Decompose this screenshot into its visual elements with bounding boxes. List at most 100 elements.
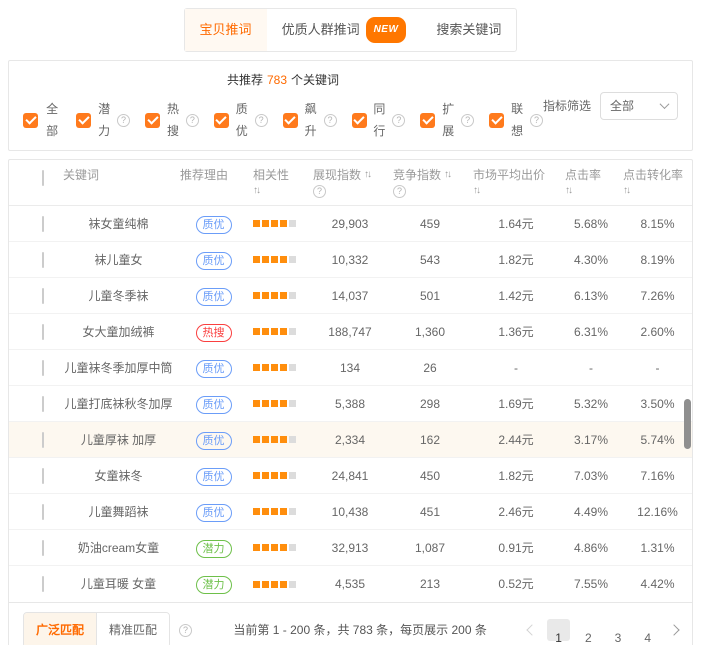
help-icon[interactable] (324, 114, 337, 127)
checkbox-icon[interactable] (76, 113, 91, 128)
metric-filter-label: 指标筛选 (543, 95, 591, 117)
column-header[interactable]: 展现指数 (307, 167, 387, 199)
keyword-tool-page: 宝贝推词 优质人群推词 NEW 搜索关键词 共推荐783个关键词 全部 潜力 热… (0, 0, 701, 22)
table-row[interactable]: 女童袜冬 质优 24,841 450 1.82元 7.03% 7.16% (9, 458, 692, 494)
checkbox-icon[interactable] (420, 113, 435, 128)
filter-option[interactable]: 潜力 (76, 98, 130, 142)
filter-option[interactable]: 扩展 (420, 98, 474, 142)
checkbox-icon[interactable] (283, 113, 298, 128)
tab[interactable]: 搜索关键词 (421, 9, 516, 51)
impressions-cell: 2,334 (307, 429, 387, 451)
sort-icon[interactable] (364, 167, 370, 183)
match-type-button[interactable]: 广泛匹配 (24, 613, 96, 645)
table-row[interactable]: 袜女童纯棉 质优 29,903 459 1.64元 5.68% 8.15% (9, 206, 692, 242)
checkbox-icon[interactable] (214, 113, 229, 128)
filter-option[interactable]: 联想 (489, 98, 543, 142)
row-checkbox[interactable] (42, 288, 44, 304)
page-button[interactable]: 4 (636, 619, 659, 641)
help-icon[interactable] (392, 114, 405, 127)
filter-option[interactable]: 飙升 (283, 98, 337, 142)
help-icon[interactable] (117, 114, 130, 127)
table-row[interactable]: 袜儿童女 质优 10,332 543 1.82元 4.30% 8.19% (9, 242, 692, 278)
sort-icon[interactable] (473, 183, 479, 199)
ctr-cell: - (559, 357, 617, 379)
help-icon[interactable] (461, 114, 474, 127)
row-checkbox[interactable] (42, 468, 44, 484)
row-checkbox[interactable] (42, 360, 44, 376)
help-icon[interactable] (393, 185, 406, 198)
column-label: 相关性 (253, 167, 289, 183)
column-label: 市场平均出价 (473, 167, 545, 183)
relevance-segment (280, 220, 287, 227)
ctr-cell: 4.86% (559, 537, 617, 559)
match-type-button[interactable]: 精准匹配 (96, 613, 169, 645)
column-header[interactable]: 相关性 (247, 167, 307, 199)
tab[interactable]: 优质人群推词 NEW (267, 9, 422, 51)
column-header[interactable]: 点击转化率 (617, 167, 692, 199)
row-checkbox[interactable] (42, 252, 44, 268)
keyword-cell: 袜儿童女 (57, 249, 174, 271)
scrollbar-thumb[interactable] (684, 399, 691, 449)
row-checkbox[interactable] (42, 396, 44, 412)
row-checkbox[interactable] (42, 432, 44, 448)
checkbox-icon[interactable] (352, 113, 367, 128)
filter-option[interactable]: 热搜 (145, 98, 199, 142)
column-header: 推荐理由 (174, 167, 247, 183)
sort-icon[interactable] (253, 183, 259, 199)
column-header[interactable]: 市场平均出价 (467, 167, 559, 199)
row-checkbox[interactable] (42, 216, 44, 232)
help-icon[interactable] (179, 624, 192, 637)
sort-icon[interactable] (623, 183, 629, 199)
filter-option-label: 潜力 (96, 98, 112, 142)
table-row[interactable]: 女大童加绒裤 热搜 188,747 1,360 1.36元 6.31% 2.60… (9, 314, 692, 350)
filter-option[interactable]: 全部 (23, 98, 61, 142)
help-icon[interactable] (186, 114, 199, 127)
avg-bid-cell: 2.44元 (467, 429, 559, 451)
table-row[interactable]: 儿童厚袜 加厚 质优 2,334 162 2.44元 3.17% 5.74% (9, 422, 692, 458)
select-all-checkbox[interactable] (42, 170, 44, 186)
column-header[interactable]: 点击率 (559, 167, 617, 199)
checkbox-icon[interactable] (489, 113, 504, 128)
row-checkbox[interactable] (42, 540, 44, 556)
help-icon[interactable] (313, 185, 326, 198)
row-checkbox[interactable] (42, 324, 44, 340)
page-button[interactable]: 3 (607, 619, 630, 641)
table-row[interactable]: 儿童舞蹈袜 质优 10,438 451 2.46元 4.49% 12.16% (9, 494, 692, 530)
page-next-icon[interactable] (668, 624, 679, 635)
page-button[interactable]: 2 (577, 619, 600, 641)
table-footer: 广泛匹配精准匹配 当前第 1 - 200 条，共 783 条，每页展示 200 … (9, 602, 692, 645)
page-button[interactable]: 1 (547, 619, 570, 641)
relevance-bar (253, 256, 307, 263)
row-checkbox[interactable] (42, 504, 44, 520)
tab[interactable]: 宝贝推词 (185, 9, 267, 51)
filter-panel: 共推荐783个关键词 全部 潜力 热搜 质优 飙升 同行 扩展 联想 (8, 60, 693, 151)
relevance-segment (253, 472, 260, 479)
checkbox-icon[interactable] (145, 113, 160, 128)
table-row[interactable]: 奶油cream女童 潜力 32,913 1,087 0.91元 4.86% 1.… (9, 530, 692, 566)
help-icon[interactable] (530, 114, 543, 127)
column-header[interactable]: 竞争指数 (387, 167, 467, 199)
keyword-cell: 袜女童纯棉 (57, 213, 174, 235)
relevance-segment (262, 400, 269, 407)
filter-option[interactable]: 质优 (214, 98, 268, 142)
metric-filter-select[interactable]: 全部 (600, 92, 678, 120)
help-icon[interactable] (255, 114, 268, 127)
sort-icon[interactable] (444, 167, 450, 183)
competition-cell: 298 (387, 393, 467, 415)
sort-icon[interactable] (565, 183, 571, 199)
tab-bar: 宝贝推词 优质人群推词 NEW 搜索关键词 (184, 8, 518, 52)
table-row[interactable]: 儿童耳暖 女童 潜力 4,535 213 0.52元 7.55% 4.42% (9, 566, 692, 602)
cvr-cell: 1.31% (617, 537, 692, 559)
filter-option[interactable]: 同行 (352, 98, 406, 142)
page-prev-icon[interactable] (527, 624, 538, 635)
relevance-segment (289, 364, 296, 371)
cvr-cell: 8.15% (617, 213, 692, 235)
checkbox-icon[interactable] (23, 113, 38, 128)
table-row[interactable]: 儿童袜冬季加厚中筒 质优 134 26 - - - (9, 350, 692, 386)
row-checkbox[interactable] (42, 576, 44, 592)
keyword-cell: 儿童打底袜秋冬加厚 (57, 393, 174, 415)
cvr-cell: - (617, 357, 692, 379)
table-row[interactable]: 儿童冬季袜 质优 14,037 501 1.42元 6.13% 7.26% (9, 278, 692, 314)
table-row[interactable]: 儿童打底袜秋冬加厚 质优 5,388 298 1.69元 5.32% 3.50% (9, 386, 692, 422)
competition-cell: 1,087 (387, 537, 467, 559)
